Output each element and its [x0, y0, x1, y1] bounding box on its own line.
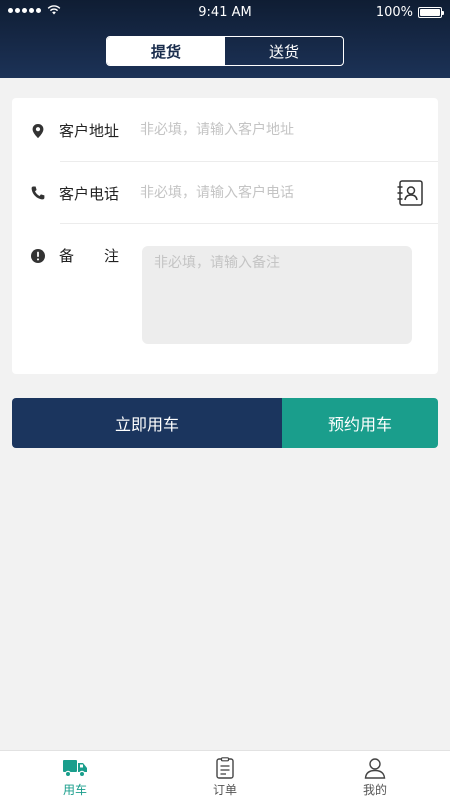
order-form-card: 客户地址 客户电话 备 注 — [12, 98, 438, 374]
use-car-now-button[interactable]: 立即用车 — [12, 398, 282, 448]
book-car-button[interactable]: 预约用车 — [282, 398, 438, 448]
tabbar-label: 我的 — [362, 783, 387, 797]
truck-icon — [63, 760, 87, 778]
battery-icon — [418, 7, 444, 18]
tabbar-item-orders[interactable]: 订单 — [150, 751, 300, 800]
battery-fill — [420, 9, 440, 16]
contacts-book-icon[interactable] — [396, 180, 424, 206]
tabbar-label: 订单 — [212, 783, 237, 797]
tab-pickup[interactable]: 提货 — [107, 37, 225, 65]
note-label: 备 注 — [59, 247, 120, 265]
address-input[interactable] — [140, 118, 394, 142]
address-row: 客户地址 — [12, 98, 438, 162]
alert-circle-icon — [31, 249, 45, 263]
phone-row: 客户电话 — [12, 162, 438, 224]
user-icon — [364, 758, 386, 779]
tabbar-label: 用车 — [62, 783, 87, 797]
location-pin-icon — [32, 124, 44, 138]
pickup-delivery-switch: 提货 送货 — [106, 36, 344, 66]
address-label: 客户地址 — [59, 122, 120, 140]
bottom-tab-bar: 用车 订单 我的 — [0, 750, 450, 800]
note-row: 备 注 — [12, 224, 438, 374]
status-bar: 9:41 AM 100% — [0, 0, 450, 24]
phone-input[interactable] — [140, 181, 394, 205]
order-list-icon — [216, 757, 234, 779]
tabbar-item-use-car[interactable]: 用车 — [0, 751, 150, 800]
battery-status: 100% — [375, 5, 444, 20]
header-bar: 9:41 AM 100% 提货 送货 — [0, 0, 450, 78]
tabbar-item-mine[interactable]: 我的 — [300, 751, 450, 800]
battery-percent: 100% — [375, 5, 413, 20]
phone-icon — [31, 186, 45, 200]
action-bar: 立即用车 预约用车 — [12, 398, 438, 448]
note-textarea[interactable] — [142, 246, 412, 344]
phone-label: 客户电话 — [59, 185, 120, 203]
tab-delivery[interactable]: 送货 — [225, 37, 343, 65]
